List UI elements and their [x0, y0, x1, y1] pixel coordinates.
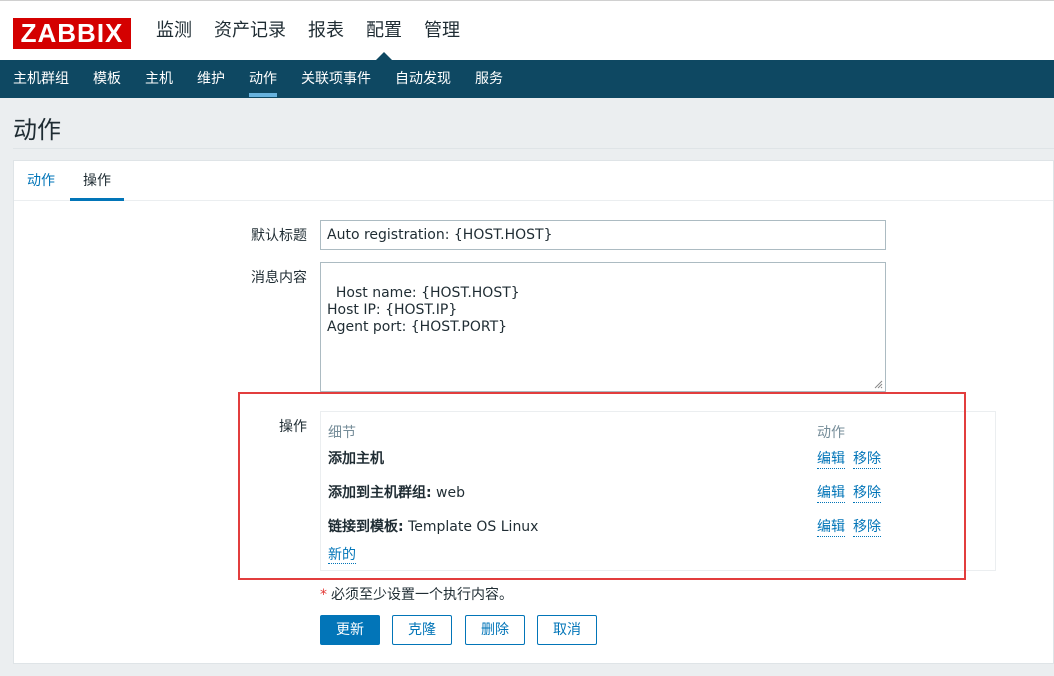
tab-bar: 动作 操作 — [14, 161, 1053, 201]
operation-row: 链接到模板: Template OS Linux — [328, 516, 538, 536]
sub-menu-services[interactable]: 服务 — [475, 60, 503, 98]
operation-title: 添加到主机群组: — [328, 485, 432, 501]
required-note: * 必须至少设置一个执行内容。 — [320, 584, 513, 604]
operation-row: 添加主机 — [328, 448, 384, 468]
sub-menu-maintenance[interactable]: 维护 — [197, 60, 225, 98]
sub-menu-templates[interactable]: 模板 — [93, 60, 121, 98]
cancel-button[interactable]: 取消 — [537, 615, 597, 645]
delete-button[interactable]: 删除 — [465, 615, 525, 645]
remove-link[interactable]: 移除 — [853, 482, 881, 503]
message-text: Host name: {HOST.HOST} Host IP: {HOST.IP… — [327, 285, 520, 335]
sub-menu-event-correlation[interactable]: 关联项事件 — [301, 60, 371, 98]
tab-action[interactable]: 动作 — [27, 161, 55, 201]
update-button[interactable]: 更新 — [320, 615, 380, 645]
sub-menu: 主机群组 模板 主机 维护 动作 关联项事件 自动发现 服务 — [13, 60, 527, 98]
remove-link[interactable]: 移除 — [853, 448, 881, 469]
main-menu-inventory[interactable]: 资产记录 — [214, 1, 286, 61]
main-menu-configuration[interactable]: 配置 — [366, 1, 402, 61]
main-menu-administration[interactable]: 管理 — [424, 1, 460, 61]
required-star: * — [320, 587, 327, 603]
main-menu: 监测 资产记录 报表 配置 管理 — [156, 1, 482, 61]
message-textarea[interactable]: Host name: {HOST.HOST} Host IP: {HOST.IP… — [320, 262, 886, 392]
tab-operations[interactable]: 操作 — [70, 161, 124, 201]
top-bar: ZABBIX 监测 资产记录 报表 配置 管理 — [0, 0, 1054, 61]
operation-actions: 编辑 移除 — [817, 516, 881, 537]
sub-menu-discovery[interactable]: 自动发现 — [395, 60, 451, 98]
operations-table: 细节 动作 添加主机 编辑 移除 添加到主机群组: web 编辑 移除 链接到模… — [320, 411, 996, 571]
page-title: 动作 — [13, 116, 61, 144]
edit-link[interactable]: 编辑 — [817, 482, 845, 503]
edit-link[interactable]: 编辑 — [817, 516, 845, 537]
operations-label: 操作 — [279, 419, 307, 435]
remove-link[interactable]: 移除 — [853, 516, 881, 537]
operation-detail: Template OS Linux — [403, 519, 539, 535]
clone-button[interactable]: 克隆 — [392, 615, 452, 645]
operations-header-action: 动作 — [817, 425, 845, 441]
new-operation-link[interactable]: 新的 — [328, 547, 356, 564]
zabbix-logo[interactable]: ZABBIX — [13, 18, 131, 49]
operation-title: 链接到模板: — [328, 519, 404, 535]
resize-grip-icon[interactable] — [874, 380, 883, 389]
operation-row: 添加到主机群组: web — [328, 482, 465, 502]
message-label: 消息内容 — [251, 270, 307, 286]
operation-title: 添加主机 — [328, 451, 384, 467]
new-operation-row: 新的 — [328, 544, 356, 564]
sub-menu-host-groups[interactable]: 主机群组 — [13, 60, 69, 98]
default-subject-label: 默认标题 — [251, 228, 307, 244]
operation-actions: 编辑 移除 — [817, 448, 881, 469]
sub-menu-bar: 主机群组 模板 主机 维护 动作 关联项事件 自动发现 服务 — [0, 60, 1054, 98]
main-menu-monitoring[interactable]: 监测 — [156, 1, 192, 61]
main-menu-reports[interactable]: 报表 — [308, 1, 344, 61]
title-divider — [13, 148, 1054, 149]
default-subject-input[interactable] — [320, 220, 886, 250]
sub-menu-actions[interactable]: 动作 — [249, 60, 277, 98]
operations-header-details: 细节 — [328, 425, 356, 441]
required-note-text: 必须至少设置一个执行内容。 — [331, 587, 513, 603]
edit-link[interactable]: 编辑 — [817, 448, 845, 469]
operation-actions: 编辑 移除 — [817, 482, 881, 503]
operation-detail: web — [431, 485, 466, 501]
sub-menu-hosts[interactable]: 主机 — [145, 60, 173, 98]
